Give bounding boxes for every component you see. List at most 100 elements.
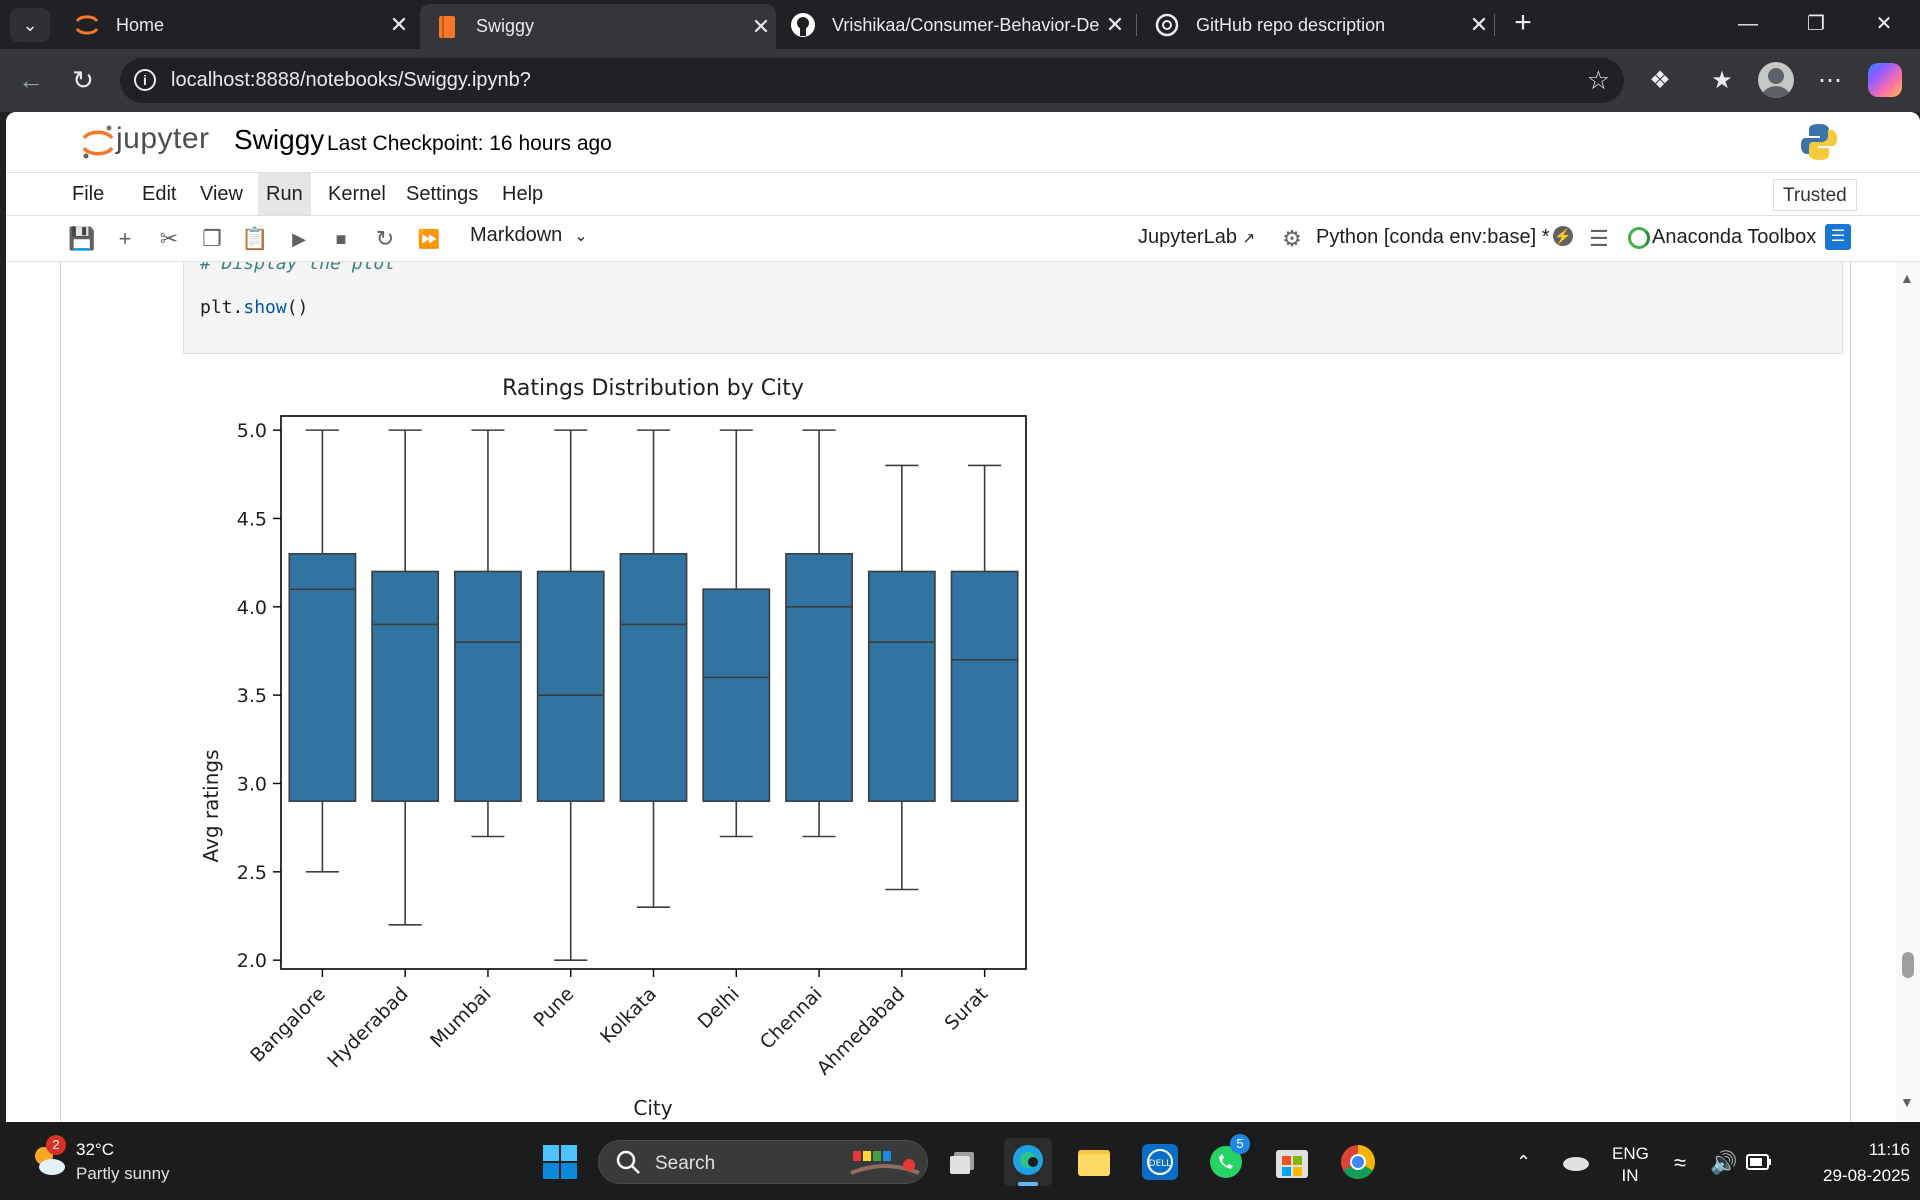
checkpoint-status: Last Checkpoint: 16 hours ago xyxy=(327,132,612,155)
close-tab-icon[interactable]: ✕ xyxy=(1100,12,1130,38)
wifi-icon[interactable]: ≈ xyxy=(1674,1150,1686,1176)
y-tick-label: 2.0 xyxy=(237,950,267,972)
taskbar-app-edge[interactable] xyxy=(1004,1138,1052,1186)
notebook-scrollbar[interactable]: ▲ ▼ xyxy=(1896,262,1920,1122)
scroll-up-icon[interactable]: ▲ xyxy=(1900,270,1914,286)
tab-swiggy[interactable]: Swiggy ✕ xyxy=(420,4,776,49)
menu-view[interactable]: View xyxy=(192,173,251,215)
windows-start-icon[interactable] xyxy=(542,1144,578,1180)
search-highlight-icon xyxy=(850,1151,920,1175)
x-tick-label: Delhi xyxy=(694,983,744,1033)
show-hidden-icons-icon[interactable]: ⌃ xyxy=(1516,1152,1531,1173)
restart-kernel-icon[interactable]: ↻ xyxy=(370,224,400,254)
menu-help[interactable]: Help xyxy=(494,173,551,215)
weather-description[interactable]: Partly sunny xyxy=(76,1164,170,1184)
close-tab-icon[interactable]: ✕ xyxy=(384,12,414,38)
weather-temperature[interactable]: 32°C xyxy=(76,1140,114,1160)
notebook-name[interactable]: Swiggy xyxy=(234,124,324,156)
taskbar: 2 32°C Partly sunny Search DELL 5 ⌃ ENG … xyxy=(0,1122,1920,1200)
copilot-icon[interactable] xyxy=(1868,63,1902,97)
tab-chatgpt[interactable]: GitHub repo description ✕ xyxy=(1140,4,1494,46)
language-bottom[interactable]: IN xyxy=(1612,1166,1648,1186)
store-icon xyxy=(1276,1150,1308,1178)
jupyter-page: jupyter Swiggy Last Checkpoint: 16 hours… xyxy=(6,112,1920,1122)
taskbar-search[interactable]: Search xyxy=(598,1140,928,1184)
kernel-name[interactable]: Python [conda env:base] * xyxy=(1316,226,1550,249)
taskbar-app-explorer[interactable] xyxy=(1070,1138,1118,1186)
y-axis-label: Avg ratings xyxy=(199,749,223,862)
tab-github-repo[interactable]: Vrishikaa/Consumer-Behavior-Del ✕ xyxy=(776,4,1130,46)
x-axis-label: City xyxy=(633,1096,672,1120)
onedrive-icon[interactable] xyxy=(1560,1152,1590,1172)
weather-badge: 2 xyxy=(46,1135,66,1155)
x-tick-label: Pune xyxy=(530,983,579,1032)
restore-icon[interactable]: ❐ xyxy=(1786,6,1846,42)
run-all-icon[interactable]: ⏩ xyxy=(414,224,444,254)
jupyter-logo-icon[interactable] xyxy=(78,122,118,162)
svg-text:DELL: DELL xyxy=(1149,1159,1172,1169)
box-mumbai xyxy=(454,570,522,802)
scroll-down-icon[interactable]: ▼ xyxy=(1900,1094,1914,1110)
menu-lines-icon[interactable]: ☰ xyxy=(1584,224,1614,254)
close-tab-icon[interactable]: ✕ xyxy=(746,14,776,40)
language-top[interactable]: ENG xyxy=(1612,1144,1649,1164)
taskbar-app-chrome[interactable] xyxy=(1334,1138,1382,1186)
close-tab-icon[interactable]: ✕ xyxy=(1464,12,1494,38)
favorites-icon[interactable]: ★ xyxy=(1704,63,1740,99)
task-view-icon xyxy=(950,1152,974,1174)
menu-edit[interactable]: Edit xyxy=(134,173,184,215)
url-text[interactable]: localhost:8888/notebooks/Swiggy.ipynb? xyxy=(171,69,531,92)
jupyter-header: jupyter Swiggy Last Checkpoint: 16 hours… xyxy=(6,112,1920,172)
save-icon[interactable]: 💾 xyxy=(67,224,97,254)
site-info-icon[interactable]: i xyxy=(134,69,156,91)
run-cell-icon[interactable]: ▶ xyxy=(284,224,314,254)
x-tick-label: Kolkata xyxy=(596,983,661,1048)
paste-icon[interactable]: 📋 xyxy=(240,224,270,254)
cell-type-select[interactable]: Markdown ⌄ xyxy=(470,224,588,247)
tab-actions-menu-icon[interactable]: ⌄ xyxy=(10,8,50,42)
y-tick-label: 4.0 xyxy=(237,597,267,619)
add-cell-icon[interactable]: + xyxy=(110,224,140,254)
back-icon[interactable]: ← xyxy=(14,63,48,97)
close-window-icon[interactable]: ✕ xyxy=(1854,6,1914,42)
profile-avatar[interactable] xyxy=(1758,62,1794,98)
menu-kernel[interactable]: Kernel xyxy=(320,173,394,215)
tab-home[interactable]: Home ✕ xyxy=(60,4,414,46)
search-icon xyxy=(616,1150,640,1174)
copy-icon[interactable]: ❐ xyxy=(197,224,227,254)
taskbar-app-store[interactable] xyxy=(1268,1138,1316,1186)
anaconda-icon xyxy=(1628,227,1650,249)
more-options-icon[interactable]: ⋯ xyxy=(1812,63,1848,99)
box-bangalore xyxy=(288,553,357,802)
menu-settings[interactable]: Settings xyxy=(398,173,486,215)
stop-kernel-icon[interactable]: ■ xyxy=(326,224,356,254)
active-indicator xyxy=(1018,1182,1038,1186)
jupyterlab-link[interactable]: JupyterLab ↗ xyxy=(1138,226,1255,249)
url-field[interactable]: i localhost:8888/notebooks/Swiggy.ipynb?… xyxy=(120,58,1624,103)
reload-icon[interactable]: ↻ xyxy=(66,63,100,97)
property-inspector-icon[interactable]: ☰ xyxy=(1825,224,1851,250)
volume-icon[interactable]: 🔊 xyxy=(1710,1150,1737,1176)
scrollbar-thumb[interactable] xyxy=(1902,952,1914,978)
new-tab-icon[interactable]: + xyxy=(1506,6,1540,40)
clock-date[interactable]: 29-08-2025 xyxy=(1790,1166,1910,1186)
notebook-icon xyxy=(434,14,460,40)
x-tick-label: Chennai xyxy=(756,983,827,1054)
extensions-icon[interactable]: ❖ xyxy=(1642,63,1678,99)
taskbar-app-whatsapp[interactable]: 5 xyxy=(1202,1134,1250,1186)
chatgpt-icon xyxy=(1154,12,1180,38)
cell-type-label: Markdown xyxy=(470,224,563,246)
anaconda-toolbox[interactable]: Anaconda Toolbox xyxy=(1652,226,1816,249)
taskbar-app-taskview[interactable] xyxy=(940,1138,988,1186)
trusted-badge[interactable]: Trusted xyxy=(1773,179,1857,211)
menu-run[interactable]: Run xyxy=(258,173,311,215)
battery-icon[interactable] xyxy=(1746,1154,1772,1170)
menu-file[interactable]: File xyxy=(64,173,112,215)
clock-time[interactable]: 11:16 xyxy=(1790,1140,1910,1160)
favorite-star-icon[interactable]: ☆ xyxy=(1587,65,1610,96)
cut-icon[interactable]: ✂ xyxy=(154,224,184,254)
x-tick-label: Ahmedabad xyxy=(813,983,910,1080)
minimize-icon[interactable]: — xyxy=(1718,6,1778,42)
debugger-icon[interactable]: ⚙ xyxy=(1277,224,1307,254)
taskbar-app-dell[interactable]: DELL xyxy=(1136,1138,1184,1186)
